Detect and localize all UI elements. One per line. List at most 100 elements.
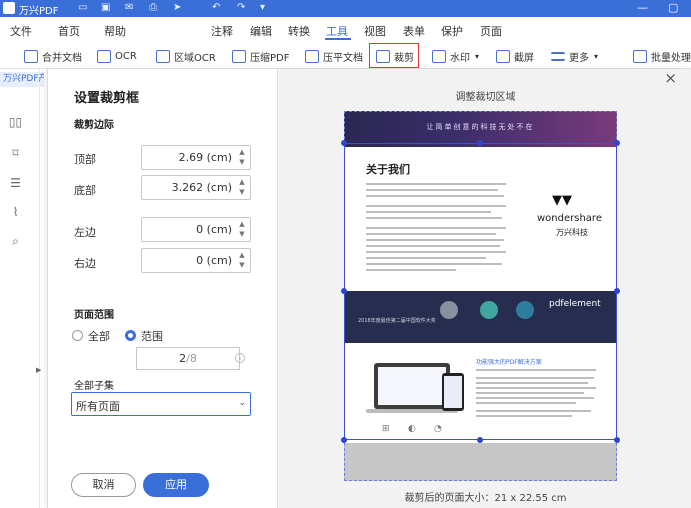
crop-handle-top-left[interactable] (341, 140, 347, 146)
top-margin-label: 顶部 (74, 153, 96, 166)
app-title: 万兴PDF (19, 6, 59, 17)
compress-icon (232, 49, 246, 63)
top-margin-stepper-icon[interactable]: ▲ ▼ (237, 147, 247, 167)
right-margin-input[interactable]: 0 (cm) ▲ ▼ (141, 248, 251, 273)
left-sidebar: 万兴PDF产 ▯▯ ⌑ ☰ ⌇ ⌕ ▶ (0, 69, 44, 508)
watermark-icon (432, 49, 446, 63)
crop-handle-top-right[interactable] (614, 140, 620, 146)
bottom-margin-label: 底部 (74, 184, 96, 197)
pointer-icon[interactable]: ➤ (173, 2, 181, 13)
menu-tools[interactable]: 工具 (326, 23, 348, 39)
crop-handle-bottom[interactable] (477, 437, 483, 443)
menu-help[interactable]: 帮助 (104, 23, 126, 39)
merge-label: 合并文档 (42, 52, 82, 64)
compress-button[interactable]: 压缩PDF (232, 47, 289, 65)
menu-view[interactable]: 视图 (364, 23, 386, 39)
menu-edit[interactable]: 编辑 (250, 23, 272, 39)
radio-all[interactable] (72, 330, 83, 341)
chevron-down-icon: ⌄ (238, 398, 246, 408)
menu-convert[interactable]: 转换 (288, 23, 310, 39)
app-logo-icon (3, 2, 15, 14)
crop-handle-bottom-right[interactable] (614, 437, 620, 443)
page-range-title: 页面范围 (74, 310, 114, 321)
page-range-input[interactable]: 2/8 (136, 347, 240, 370)
left-margin-value: 0 (cm) (196, 223, 232, 236)
flatten-icon (305, 49, 319, 63)
crop-handle-right[interactable] (614, 288, 620, 294)
merge-button[interactable]: 合并文档 (24, 47, 82, 65)
compress-label: 压缩PDF (250, 52, 290, 64)
menu-comment[interactable]: 注释 (211, 23, 233, 39)
flatten-button[interactable]: 压平文档 (305, 47, 363, 65)
left-margin-stepper-icon[interactable]: ▲ ▼ (237, 219, 247, 239)
right-margin-value: 0 (cm) (196, 254, 232, 267)
print-icon[interactable]: ⎙ (149, 2, 157, 13)
bottom-margin-value: 3.262 (cm) (171, 181, 232, 194)
attachment-icon[interactable]: ⌇ (8, 206, 23, 219)
preview-title: 调整裁切区域 (455, 92, 516, 103)
comment-icon[interactable]: ☰ (8, 177, 23, 190)
crop-box[interactable] (344, 143, 617, 440)
left-margin-input[interactable]: 0 (cm) ▲ ▼ (141, 217, 251, 242)
bookmark-icon[interactable]: ⌑ (8, 147, 23, 160)
radio-range[interactable] (125, 330, 136, 341)
batch-icon (633, 49, 647, 63)
expand-arrow-icon[interactable]: ▶ (36, 366, 41, 374)
toolbar: 合并文档 OCR 区域OCR 压缩PDF 压平文档 裁剪 水印 ▾ 截屏 更多 ▾ … (0, 41, 691, 69)
menu-form[interactable]: 表单 (403, 23, 425, 39)
screenshot-button[interactable]: 截屏 (496, 47, 534, 65)
batch-label: 批量处理 (651, 52, 691, 64)
crop-preview-area: 调整裁切区域 让简单创意的科技无处不在 关于我们 ▼▼ wondershare … (277, 69, 691, 508)
screenshot-label: 截屏 (514, 52, 534, 64)
undo-icon[interactable]: ↶ (212, 2, 220, 13)
maximize-button[interactable]: ▢ (668, 1, 678, 14)
document-tab[interactable]: 万兴PDF产 (0, 72, 44, 87)
mail-icon[interactable]: ✉ (125, 2, 133, 13)
screenshot-icon (496, 49, 510, 63)
left-margin-label: 左边 (74, 226, 96, 239)
batch-button[interactable]: 批量处理 (633, 47, 691, 65)
ocr-button[interactable]: OCR (97, 47, 137, 65)
page-range-total: /8 (186, 352, 197, 365)
area-ocr-button[interactable]: 区域OCR (156, 47, 216, 65)
crop-handle-bottom-left[interactable] (341, 437, 347, 443)
area-ocr-icon (156, 49, 170, 63)
close-icon[interactable]: × (664, 69, 677, 87)
menu-page[interactable]: 页面 (480, 23, 502, 39)
apply-button[interactable]: 应用 (143, 473, 209, 497)
quick-access-dropdown-icon[interactable]: ▾ (260, 2, 265, 13)
watermark-dropdown-icon[interactable]: ▾ (475, 52, 479, 61)
crop-handle-left[interactable] (341, 288, 347, 294)
right-margin-stepper-icon[interactable]: ▲ ▼ (237, 250, 247, 270)
search-icon[interactable]: ⌕ (8, 235, 23, 248)
flatten-label: 压平文档 (323, 52, 363, 64)
area-ocr-label: 区域OCR (174, 52, 216, 64)
minimize-button[interactable]: — (637, 1, 648, 14)
watermark-button[interactable]: 水印 ▾ (432, 47, 479, 65)
bottom-margin-input[interactable]: 3.262 (cm) ▲ ▼ (141, 175, 251, 200)
radio-range-label: 范围 (141, 330, 163, 343)
subset-select[interactable]: 所有页面 ⌄ (71, 392, 251, 416)
redo-icon[interactable]: ↷ (237, 2, 245, 13)
menu-file[interactable]: 文件 (10, 23, 32, 39)
thumbnail-icon[interactable]: ▯▯ (8, 116, 23, 129)
right-margin-label: 右边 (74, 257, 96, 270)
top-margin-input[interactable]: 2.69 (cm) ▲ ▼ (141, 145, 251, 170)
more-button[interactable]: 更多 ▾ (551, 47, 598, 65)
crop-handle-top[interactable] (477, 140, 483, 146)
more-icon (551, 51, 565, 61)
more-dropdown-icon[interactable]: ▾ (594, 52, 598, 61)
top-margin-value: 2.69 (cm) (178, 151, 232, 164)
bottom-margin-stepper-icon[interactable]: ▲ ▼ (237, 177, 247, 197)
cancel-button[interactable]: 取消 (71, 473, 136, 497)
title-bar: 万兴PDF ▭ ▣ ✉ ⎙ ➤ ↶ ↷ ▾ — ▢ (0, 0, 691, 17)
ocr-icon (97, 49, 111, 63)
more-label: 更多 (569, 52, 589, 64)
save-icon[interactable]: ▣ (101, 2, 110, 13)
margins-section-title: 裁剪边际 (74, 120, 114, 131)
merge-icon (24, 49, 38, 63)
ocr-label: OCR (115, 50, 137, 62)
menu-protect[interactable]: 保护 (441, 23, 463, 39)
folder-icon[interactable]: ▭ (78, 2, 87, 13)
menu-home[interactable]: 首页 (58, 23, 80, 39)
